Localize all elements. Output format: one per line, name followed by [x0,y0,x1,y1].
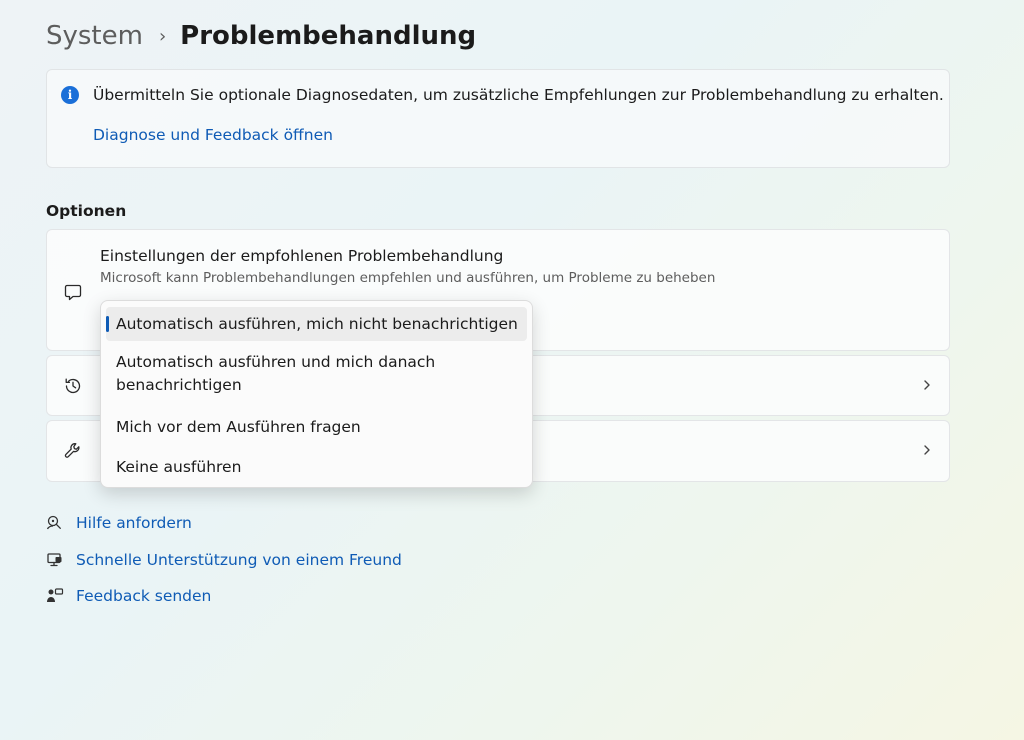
help-link-get-help[interactable]: Hilfe anfordern [46,514,192,532]
help-link-quick-assist[interactable]: Schnelle Unterstützung von einem Freund [46,551,402,569]
chevron-right-icon [924,380,930,390]
feedback-icon [47,588,64,602]
chat-bubble-icon [64,284,82,301]
wrench-icon [64,443,80,458]
info-icon: i [61,86,79,104]
help-link-send-feedback-label: Feedback senden [76,587,212,605]
recommended-troubleshooter-title: Einstellungen der empfohlenen Problembeh… [100,247,504,265]
diagnostics-info-banner: i Übermitteln Sie optionale Diagnosedate… [46,69,950,168]
options-section-title: Optionen [46,202,127,220]
recommended-troubleshooter-subtitle: Microsoft kann Problembehandlungen empfe… [100,270,716,286]
breadcrumb-separator: › [158,25,167,47]
dropdown-option-run-auto-notify[interactable]: Automatisch ausführen und mich danach be… [106,351,527,397]
history-icon [65,378,81,394]
open-diagnostics-feedback-link[interactable]: Diagnose und Feedback öffnen [93,126,333,144]
help-icon [46,515,61,530]
dropdown-option-none[interactable]: Keine ausführen [106,455,527,479]
recommended-troubleshooter-dropdown: Automatisch ausführen, mich nicht benach… [100,300,533,488]
dropdown-option-ask-before[interactable]: Mich vor dem Ausführen fragen [106,415,527,439]
page-title: Problembehandlung [180,21,477,51]
help-link-get-help-label: Hilfe anfordern [76,514,192,532]
help-link-send-feedback[interactable]: Feedback senden [46,587,211,605]
info-banner-text: Übermitteln Sie optionale Diagnosedaten,… [93,86,944,104]
breadcrumb: System › Problembehandlung [46,16,476,56]
help-link-quick-assist-label: Schnelle Unterstützung von einem Freund [76,551,402,569]
dropdown-option-run-auto-no-notify[interactable]: Automatisch ausführen, mich nicht benach… [106,307,527,341]
quick-assist-icon [47,553,62,567]
breadcrumb-system[interactable]: System [46,21,143,51]
chevron-right-icon [924,445,930,455]
